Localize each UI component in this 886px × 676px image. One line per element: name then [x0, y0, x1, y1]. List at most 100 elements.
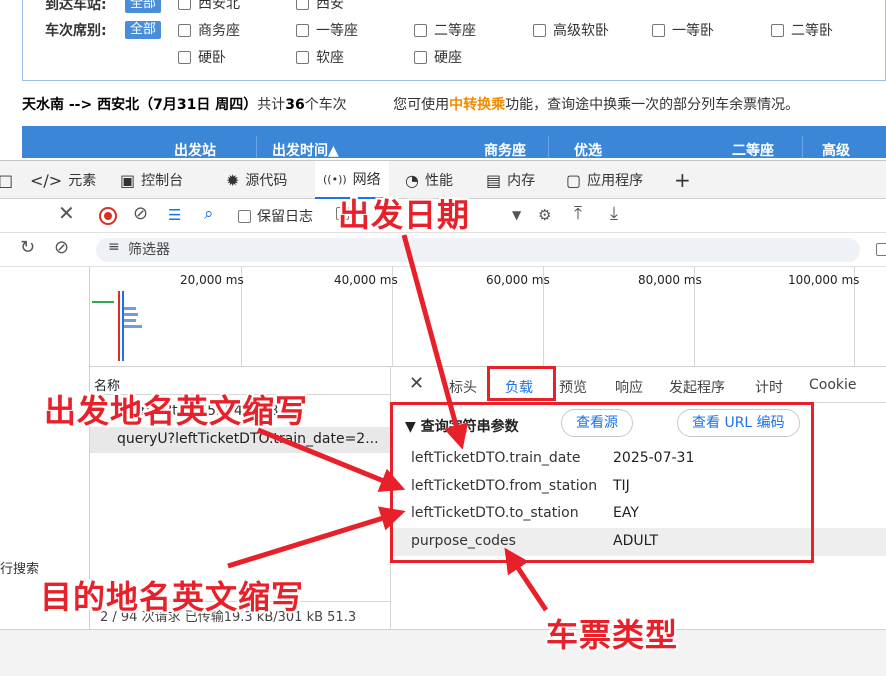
- seat-option-soft-seat[interactable]: 软座: [296, 47, 344, 67]
- tab-cookie[interactable]: Cookie: [809, 377, 857, 393]
- checkbox-icon[interactable]: [876, 243, 886, 256]
- timeline-bar-green: [92, 301, 114, 303]
- checkbox-icon: [414, 50, 427, 64]
- col-business[interactable]: 商务座: [484, 140, 526, 160]
- seat-option-business[interactable]: 商务座: [178, 20, 240, 40]
- checkbox-icon: [238, 209, 251, 223]
- filter-funnel-icon[interactable]: ☰: [168, 206, 181, 224]
- seat-class-label: 车次席别:: [45, 23, 107, 39]
- preserve-log-checkbox[interactable]: 保留日志: [238, 206, 313, 226]
- tab-hidden-left[interactable]: □: [0, 161, 13, 199]
- checkbox-icon: [414, 23, 427, 37]
- tab-headers[interactable]: 标头: [449, 377, 477, 397]
- col-departure-time[interactable]: 出发时间▲: [272, 140, 339, 160]
- seat-option-first-sleeper[interactable]: 一等卧: [652, 20, 714, 40]
- block-icon[interactable]: ⊘: [54, 237, 69, 258]
- payload-tab-highlight: [487, 366, 556, 401]
- arrival-all-tag[interactable]: 全部: [125, 0, 162, 13]
- tab-response[interactable]: 响应: [615, 377, 643, 397]
- more-tabs-button[interactable]: +: [674, 161, 691, 199]
- train-count: 36: [285, 97, 305, 113]
- record-icon[interactable]: [99, 207, 117, 225]
- transfer-link[interactable]: 中转换乘: [449, 97, 505, 113]
- window-icon: ▢: [566, 170, 582, 190]
- checkbox-icon: [652, 23, 665, 37]
- wifi-icon: ((•)): [323, 172, 347, 186]
- upload-icon[interactable]: ⤒: [574, 203, 582, 224]
- left-search-label: 行搜索: [0, 562, 40, 577]
- annotation-departure-abbr: 出发地名英文缩写: [44, 392, 309, 430]
- tab-elements[interactable]: </> 元素: [30, 161, 96, 199]
- checkbox-icon: [296, 23, 309, 37]
- col-deluxe[interactable]: 高级: [822, 140, 850, 160]
- timeline-bar: [124, 313, 138, 316]
- timeline-marker-red: [118, 291, 120, 361]
- col-departure-station[interactable]: 出发站: [174, 140, 216, 160]
- reload-icon[interactable]: ↻: [20, 237, 35, 258]
- search-icon[interactable]: ⌕: [204, 204, 214, 224]
- download-icon[interactable]: ⤓: [610, 203, 618, 224]
- col-premium[interactable]: 优选: [574, 140, 602, 160]
- seat-option-second[interactable]: 二等座: [414, 20, 476, 40]
- timeline-bar: [124, 307, 136, 310]
- train-table-header: 出发站 出发时间▲ 商务座 优选 二等座 高级: [22, 126, 886, 160]
- arrival-station-label: 到达车站:: [45, 0, 107, 13]
- throttle-dropdown-icon[interactable]: ▼: [512, 208, 521, 222]
- bug-icon: ✹: [226, 170, 240, 190]
- checkbox-icon: [178, 0, 191, 10]
- filter-input[interactable]: 筛选器: [96, 238, 860, 262]
- checkbox-icon: [296, 50, 309, 64]
- tab-memory[interactable]: ▤ 内存: [486, 161, 535, 199]
- annotation-destination-abbr: 目的地名英文缩写: [40, 578, 305, 616]
- tab-application[interactable]: ▢ 应用程序: [566, 161, 643, 199]
- seat-all-tag[interactable]: 全部: [125, 21, 162, 39]
- transfer-note: 您可使用中转换乘功能，查询途中换乘一次的部分列车余票情况。: [393, 97, 800, 113]
- code-icon: </>: [30, 170, 63, 190]
- checkbox-icon: [178, 23, 191, 37]
- timeline-tick: 60,000 ms: [486, 273, 550, 287]
- clear-icon[interactable]: ⊘: [133, 203, 148, 224]
- checkbox-icon: [178, 50, 191, 64]
- checkbox-icon: [533, 23, 546, 37]
- ticket-query-page: 到达车站: 全部 西安北 西安 车次席别: 全部 商务座 一等座 二等座 高级软…: [0, 0, 886, 160]
- count-suffix: 个车次: [304, 97, 347, 113]
- seat-option-hard-sleeper[interactable]: 硬卧: [178, 47, 226, 67]
- checkbox-icon: [771, 23, 784, 37]
- gauge-icon: ◔: [405, 170, 419, 190]
- tab-preview[interactable]: 预览: [559, 377, 587, 397]
- tab-console[interactable]: ▣ 控制台: [120, 161, 183, 199]
- col-divider: [802, 136, 803, 158]
- timeline-tick: 40,000 ms: [334, 273, 398, 287]
- console-icon: ▣: [120, 170, 136, 190]
- tab-timing[interactable]: 计时: [755, 377, 783, 397]
- query-summary: 天水南 --> 西安北（7月31日 周四）共计36个车次 您可使用中转换乘功能，…: [22, 94, 799, 114]
- filter-panel: 到达车站: 全部 西安北 西安 车次席别: 全部 商务座 一等座 二等座 高级软…: [22, 0, 886, 81]
- seat-option-first[interactable]: 一等座: [296, 20, 358, 40]
- plus-icon: +: [674, 168, 691, 192]
- devtools-bottom-bar: [0, 629, 886, 676]
- timeline-bar: [124, 325, 142, 328]
- close-detail-icon[interactable]: ✕: [409, 373, 424, 394]
- tab-sources[interactable]: ✹ 源代码: [226, 161, 287, 199]
- seat-option-second-sleeper[interactable]: 二等卧: [771, 20, 833, 40]
- col-divider: [256, 136, 257, 158]
- route-text: 天水南 --> 西安北（7月31日 周四）: [22, 97, 258, 113]
- filter-icon: ≡: [108, 239, 120, 255]
- network-conditions-icon[interactable]: ⚙: [538, 206, 551, 224]
- col-second[interactable]: 二等座: [732, 140, 774, 160]
- network-timeline: 20,000 ms 40,000 ms 60,000 ms 80,000 ms …: [90, 267, 886, 367]
- params-highlight: [390, 402, 814, 563]
- timeline-tick: 80,000 ms: [638, 273, 702, 287]
- tab-initiator[interactable]: 发起程序: [669, 377, 725, 397]
- timeline-tick: 100,000 ms: [788, 273, 860, 287]
- annotation-departure-date: 出发日期: [338, 196, 471, 234]
- chip-icon: ▤: [486, 170, 502, 190]
- annotation-ticket-type: 车票类型: [546, 616, 679, 654]
- arrival-option-2[interactable]: 西安: [296, 0, 344, 13]
- checkbox-icon: [296, 0, 309, 10]
- arrival-option-1[interactable]: 西安北: [178, 0, 240, 13]
- seat-option-hard-seat[interactable]: 硬座: [414, 47, 462, 67]
- seat-option-deluxe-soft[interactable]: 高级软卧: [533, 20, 609, 40]
- filter-row: ↻ ⊘ 筛选器 ≡: [0, 233, 886, 267]
- close-icon[interactable]: ✕: [58, 201, 75, 225]
